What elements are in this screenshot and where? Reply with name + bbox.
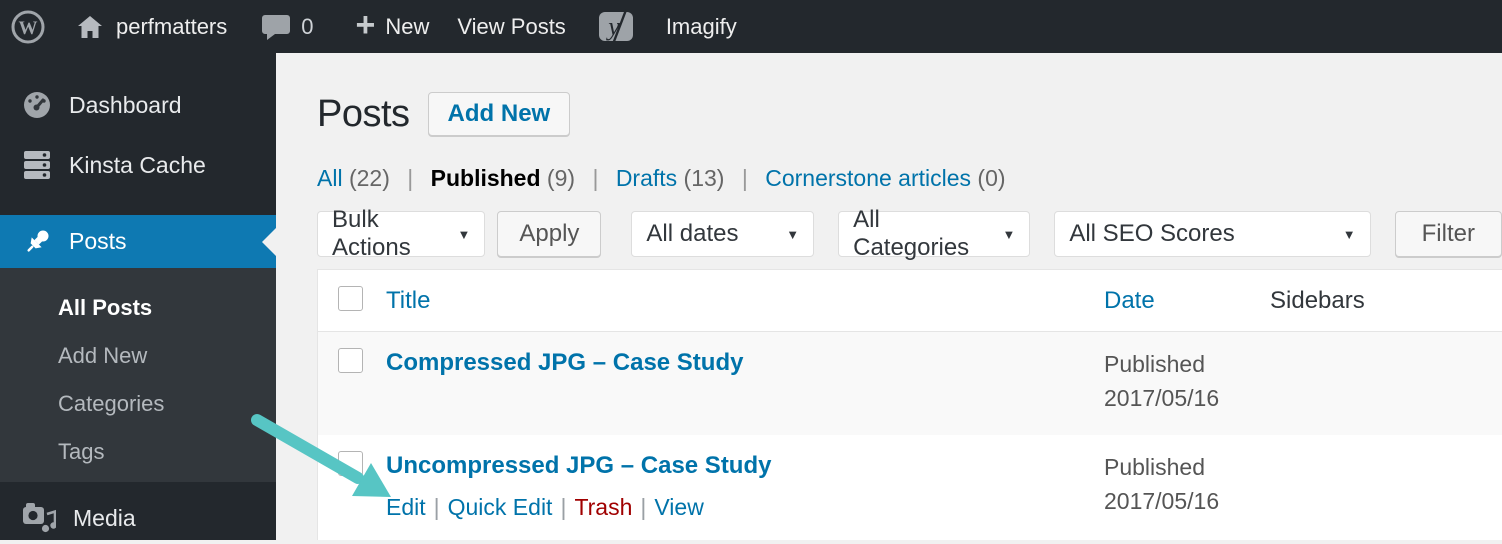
- dropdown-caret-icon: ▼: [786, 226, 800, 242]
- separator: |: [741, 165, 748, 191]
- add-new-button[interactable]: Add New: [427, 92, 571, 136]
- sort-by-title-link[interactable]: Title: [386, 287, 430, 314]
- separator: |: [640, 494, 647, 520]
- post-date: 2017/05/16: [1104, 488, 1220, 514]
- dropdown-caret-icon: ▼: [1002, 226, 1016, 242]
- dropdown-caret-icon: ▼: [1342, 226, 1356, 242]
- posts-submenu: All Posts Add New Categories Tags: [0, 268, 276, 482]
- imagify-menu-item[interactable]: Imagify: [666, 14, 737, 40]
- pushpin-icon: [22, 227, 52, 257]
- view-cornerstone-link[interactable]: Cornerstone articles: [765, 165, 971, 191]
- view-all-link[interactable]: All: [317, 165, 343, 191]
- comments-icon[interactable]: [261, 13, 291, 41]
- new-menu-item[interactable]: New: [385, 14, 429, 40]
- page-header: Posts Add New: [317, 91, 1502, 137]
- post-status: Published: [1104, 454, 1206, 480]
- seo-scores-filter-select[interactable]: All SEO Scores ▼: [1054, 211, 1371, 257]
- admin-bar: W perfmatters 0 + New View Posts y Imagi…: [0, 0, 1502, 53]
- bulk-actions-value: Bulk Actions: [332, 206, 411, 261]
- svg-text:W: W: [19, 18, 38, 39]
- wordpress-logo-icon[interactable]: W: [10, 9, 46, 45]
- home-icon[interactable]: [76, 13, 104, 41]
- bulk-actions-select[interactable]: Bulk Actions ▼: [317, 206, 486, 261]
- separator: |: [592, 165, 599, 191]
- categories-filter-value: All Categories: [853, 206, 970, 261]
- row-checkbox[interactable]: [338, 451, 363, 476]
- separator: |: [433, 494, 440, 520]
- view-all-count: (22): [348, 165, 390, 191]
- sidebar-item-posts-active[interactable]: Posts: [0, 215, 276, 268]
- view-posts-link[interactable]: View Posts: [457, 14, 565, 40]
- edit-link[interactable]: Edit: [386, 494, 426, 520]
- sidebar-item-label: Kinsta Cache: [69, 151, 206, 178]
- submenu-item-add-new[interactable]: Add New: [0, 332, 276, 380]
- post-date-cell: Published 2017/05/16: [1104, 332, 1270, 435]
- filter-button[interactable]: Filter: [1394, 211, 1502, 257]
- post-status: Published: [1104, 351, 1206, 377]
- separator: |: [407, 165, 414, 191]
- list-toolbar: Bulk Actions ▼ Apply All dates ▼ All Cat…: [317, 206, 1502, 261]
- submenu-item-categories[interactable]: Categories: [0, 380, 276, 428]
- post-date-cell: Published 2017/05/16: [1104, 435, 1270, 540]
- dashboard-gauge-icon: [22, 90, 52, 120]
- view-drafts-count: (13): [683, 165, 725, 191]
- submenu-item-all-posts[interactable]: All Posts: [0, 284, 276, 332]
- table-row: Compressed JPG – Case Study Published 20…: [318, 332, 1502, 435]
- trash-link[interactable]: Trash: [574, 494, 632, 520]
- table-row: Uncompressed JPG – Case Study Edit | Quick…: [318, 435, 1502, 540]
- sidebar-item-media[interactable]: Media: [0, 492, 276, 544]
- quick-edit-link[interactable]: Quick Edit: [448, 494, 553, 520]
- post-date: 2017/05/16: [1104, 385, 1220, 411]
- server-stack-icon: [22, 149, 52, 181]
- admin-sidebar: Dashboard Kinsta Cache Posts All Posts A…: [0, 53, 276, 540]
- comments-count: 0: [301, 13, 314, 39]
- view-published-count: (9): [546, 165, 576, 191]
- plus-icon[interactable]: +: [356, 8, 376, 42]
- post-title-link[interactable]: Compressed JPG – Case Study: [386, 349, 743, 376]
- dates-filter-select[interactable]: All dates ▼: [631, 211, 815, 257]
- sort-by-date-link[interactable]: Date: [1104, 287, 1155, 314]
- row-checkbox[interactable]: [338, 348, 363, 373]
- view-cornerstone-count: (0): [977, 165, 1006, 191]
- view-published-link[interactable]: Published: [431, 165, 541, 191]
- svg-text:y: y: [605, 12, 620, 41]
- table-header-row: Title Date Sidebars: [318, 270, 1502, 332]
- dates-filter-value: All dates: [646, 220, 739, 247]
- separator: |: [560, 494, 567, 520]
- sidebar-item-label: Posts: [69, 228, 127, 254]
- select-all-checkbox[interactable]: [338, 285, 363, 311]
- post-status-filters: All (22) | Published (9) | Drafts (13) |…: [317, 165, 1502, 192]
- categories-filter-select[interactable]: All Categories ▼: [838, 206, 1031, 261]
- sidebar-item-dashboard[interactable]: Dashboard: [0, 79, 276, 131]
- column-header-sidebars: Sidebars: [1270, 286, 1365, 314]
- posts-table: Title Date Sidebars Compressed JPG – Cas…: [317, 269, 1502, 540]
- sidebar-item-label: Dashboard: [69, 91, 182, 118]
- row-actions: Edit | Quick Edit | Trash | View: [386, 494, 1104, 521]
- submenu-item-tags[interactable]: Tags: [0, 428, 276, 476]
- dropdown-caret-icon: ▼: [457, 226, 471, 242]
- page-title: Posts: [317, 92, 410, 135]
- sidebar-item-kinsta-cache[interactable]: Kinsta Cache: [0, 139, 276, 191]
- seo-scores-filter-value: All SEO Scores: [1069, 220, 1235, 247]
- view-drafts-link[interactable]: Drafts: [616, 165, 677, 191]
- media-icon: [22, 502, 56, 534]
- sidebar-item-label: Media: [73, 504, 136, 531]
- site-name-link[interactable]: perfmatters: [116, 14, 227, 40]
- view-link[interactable]: View: [654, 494, 703, 520]
- post-title-link[interactable]: Uncompressed JPG – Case Study: [386, 452, 771, 479]
- main-content: Posts Add New All (22) | Published (9) |…: [276, 53, 1502, 540]
- yoast-seo-icon[interactable]: y: [596, 8, 638, 46]
- apply-button[interactable]: Apply: [497, 211, 602, 257]
